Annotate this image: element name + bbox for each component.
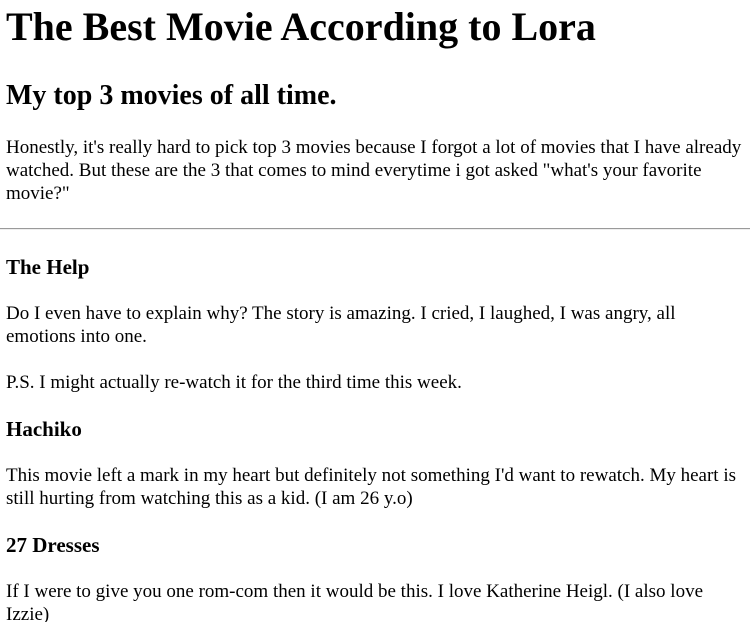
- movie-section-hachiko: Hachiko This movie left a mark in my hea…: [6, 417, 744, 510]
- movie-note: P.S. I might actually re-watch it for th…: [6, 372, 462, 393]
- movie-description: Do I even have to explain why? The story…: [6, 303, 676, 347]
- page-subtitle: My top 3 movies of all time.: [6, 80, 337, 111]
- page: The Best Movie According to Lora My top …: [0, 4, 750, 622]
- movie-title: 27 Dresses: [6, 533, 100, 557]
- movie-title: Hachiko: [6, 417, 82, 441]
- movie-section-the-help: The Help Do I even have to explain why? …: [6, 255, 744, 394]
- page-title: The Best Movie According to Lora: [6, 4, 596, 49]
- movie-description: This movie left a mark in my heart but d…: [6, 465, 736, 509]
- intro-paragraph: Honestly, it's really hard to pick top 3…: [6, 137, 742, 204]
- movie-description: If I were to give you one rom-com then i…: [6, 581, 703, 622]
- movie-section-27-dresses: 27 Dresses If I were to give you one rom…: [6, 533, 744, 622]
- section-divider: [0, 228, 750, 230]
- movie-title: The Help: [6, 255, 90, 279]
